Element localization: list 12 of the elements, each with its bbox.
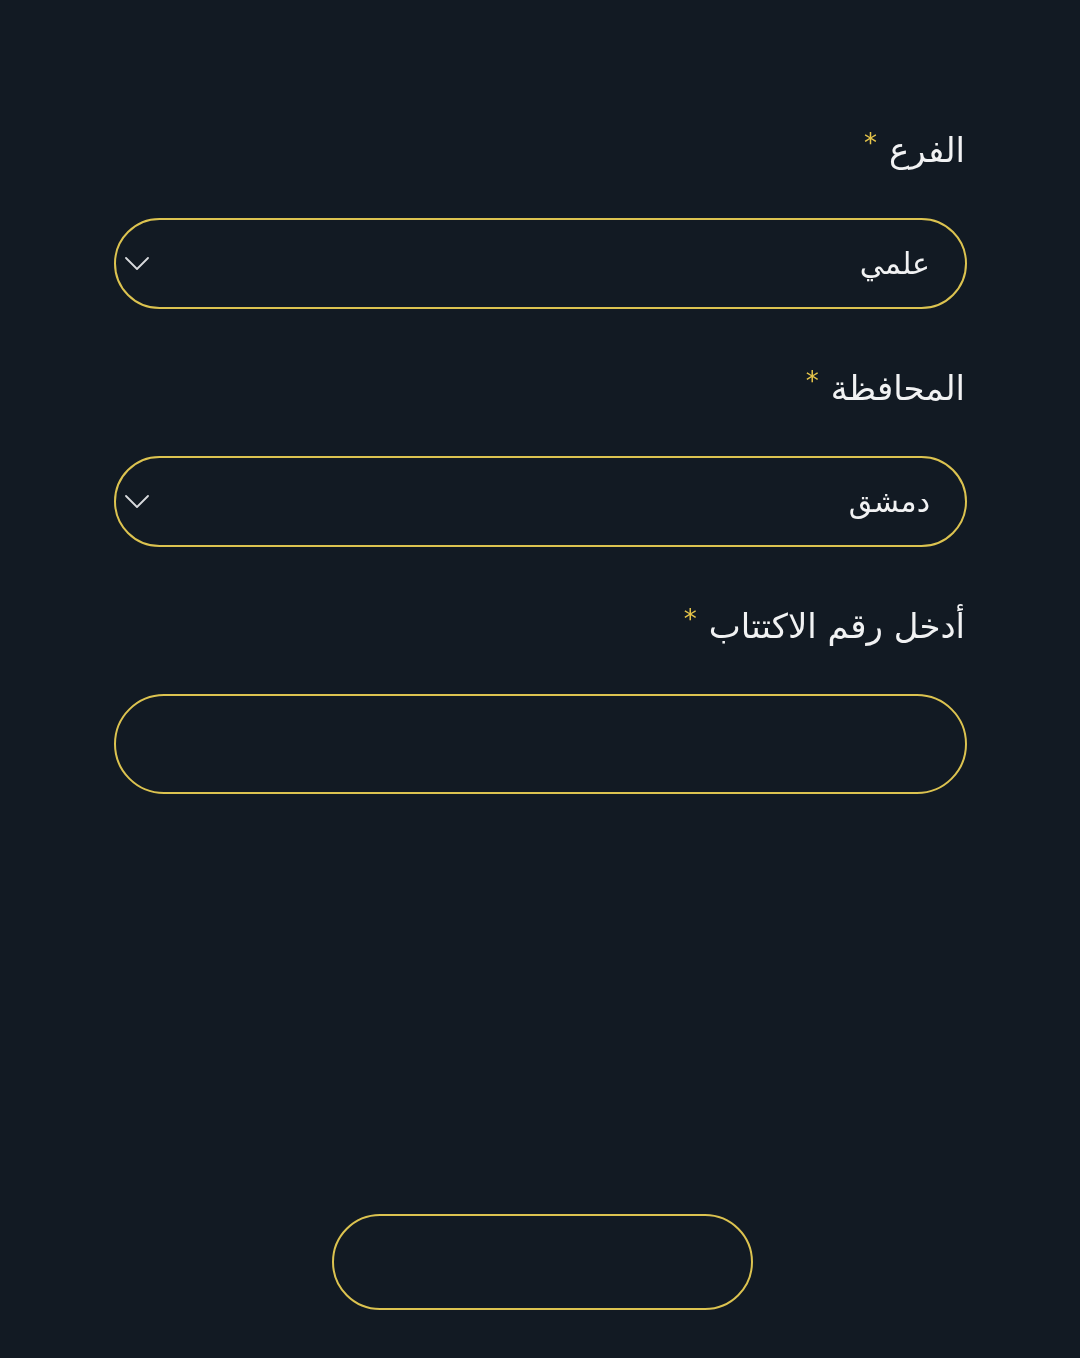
required-asterisk: * xyxy=(863,130,877,156)
required-asterisk: * xyxy=(805,368,819,394)
chevron-down-icon xyxy=(125,495,149,508)
field-label: المحافظة xyxy=(830,367,965,410)
outlined-button[interactable] xyxy=(331,1214,753,1310)
dropdown-field[interactable]: علمي xyxy=(114,218,967,309)
text-input-field[interactable] xyxy=(114,694,967,794)
field-label: الفرع xyxy=(888,129,965,172)
dropdown-field[interactable]: دمشق xyxy=(114,456,967,547)
field-label: أدخل رقم الاكتتاب xyxy=(708,603,965,648)
required-asterisk: * xyxy=(683,606,697,632)
chevron-down-icon xyxy=(125,257,149,270)
